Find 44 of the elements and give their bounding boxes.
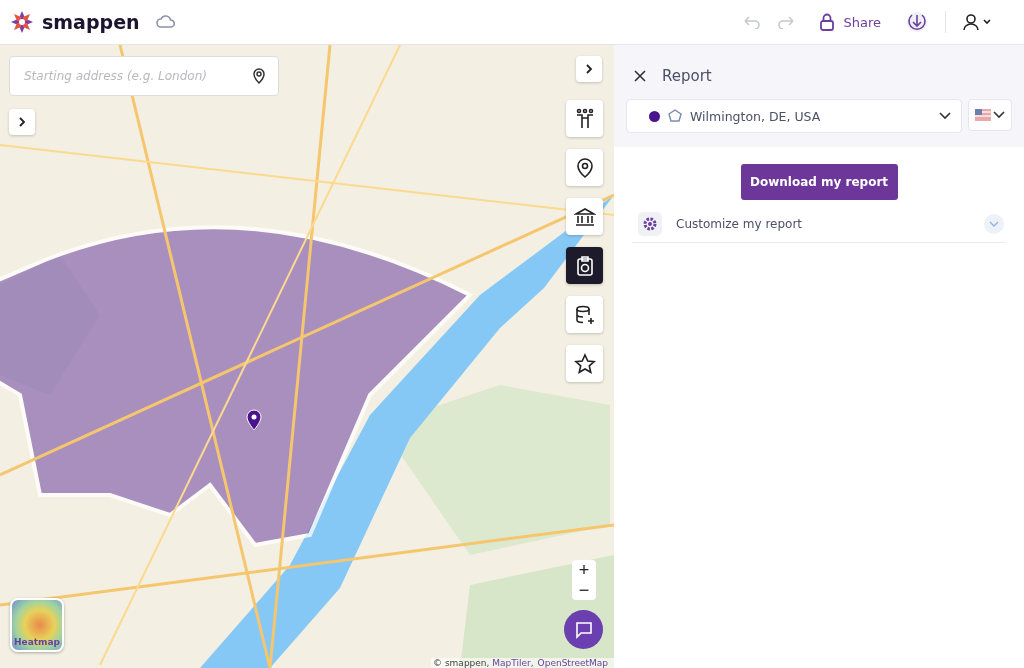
cloud-icon [155,14,176,30]
database-icon [573,303,596,326]
bank-icon [573,205,596,228]
star-icon [573,352,596,375]
chevron-right-icon [17,116,27,128]
location-pin-icon[interactable] [252,68,266,84]
bank-tool-button[interactable] [566,198,603,235]
user-menu-icon[interactable] [962,13,994,31]
flag-icon [975,109,991,121]
heatmap-button[interactable]: Heatmap [10,598,64,652]
close-icon[interactable] [634,70,646,82]
attribution-link[interactable]: MapTiler, [492,658,534,668]
collapse-panel-button[interactable] [576,56,602,82]
area-name: Wilmington, DE, USA [690,108,822,124]
pin-tool-button[interactable] [566,149,603,186]
attribution-text: © smappen, [433,658,491,668]
database-tool-button[interactable] [566,296,603,333]
download-icon[interactable] [905,10,929,34]
brand-name: smappen [42,11,140,33]
lock-icon [819,13,836,31]
zoom-in-button[interactable]: + [572,560,596,580]
polygon-icon [668,109,682,123]
expand-button[interactable] [9,109,35,135]
report-tool-button[interactable] [566,247,603,284]
download-report-button[interactable]: Download my report [740,164,898,200]
attribution-link[interactable]: OpenStreetMap [537,658,608,668]
logo-icon [10,10,34,34]
settings-icon [638,212,662,236]
population-tool-button[interactable] [566,100,603,137]
customize-label: Customize my report [676,217,804,231]
country-select[interactable] [968,99,1012,131]
zoom-out-button[interactable]: − [572,580,596,600]
map-pin-icon [246,409,262,431]
share-button[interactable]: Share [815,9,885,35]
chat-icon [574,620,593,639]
star-tool-button[interactable] [566,345,603,382]
search-bar[interactable]: Starting address (e.g. London) [9,56,279,96]
chevron-down-icon [993,111,1005,119]
customize-report-row[interactable]: Customize my report [632,208,1006,243]
address-search-field[interactable]: Starting address (e.g. London) [22,68,252,84]
panel-title: Report [662,67,712,85]
area-select[interactable]: Wilmington, DE, USA [626,99,962,133]
chevron-right-icon [584,63,594,75]
chevron-down-icon [939,112,951,120]
